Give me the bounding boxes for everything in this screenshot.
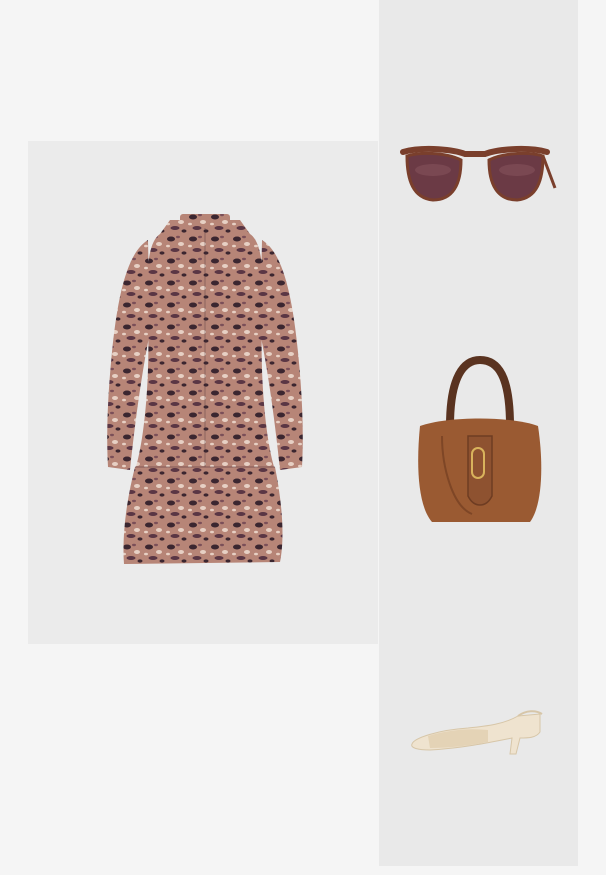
sunglasses-image[interactable] [395, 140, 557, 220]
slingback-pump-image[interactable] [408, 708, 544, 760]
leopard-print-dress-image[interactable] [100, 212, 310, 572]
hobo-handbag-image[interactable] [412, 356, 547, 528]
